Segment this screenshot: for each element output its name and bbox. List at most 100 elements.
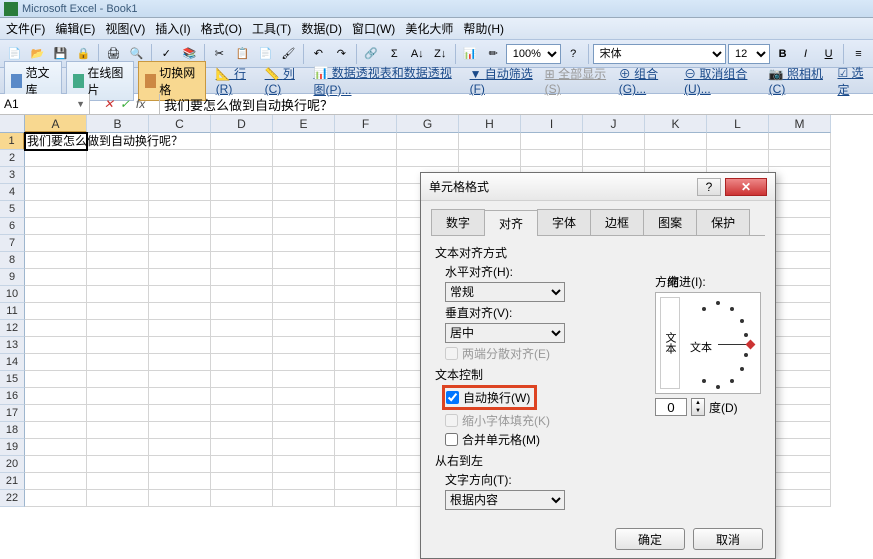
cell-M16[interactable] [769,388,831,405]
cell-E9[interactable] [273,269,335,286]
cell-M12[interactable] [769,320,831,337]
row-head-12[interactable]: 12 [0,320,25,337]
cell-F7[interactable] [335,235,397,252]
cell-D14[interactable] [211,354,273,371]
cell-C8[interactable] [149,252,211,269]
cut-icon[interactable]: ✂ [209,43,230,65]
cell-C10[interactable] [149,286,211,303]
cell-F4[interactable] [335,184,397,201]
tab-border[interactable]: 边框 [590,209,644,235]
undo-icon[interactable]: ↶ [308,43,329,65]
menu-help[interactable]: 帮助(H) [463,20,504,37]
row-head-22[interactable]: 22 [0,490,25,507]
cell-M9[interactable] [769,269,831,286]
row-head-14[interactable]: 14 [0,354,25,371]
cell-D3[interactable] [211,167,273,184]
dialog-help-button[interactable]: ? [697,178,721,196]
menu-beautify[interactable]: 美化大师 [405,20,453,37]
cell-A7[interactable] [25,235,87,252]
degree-input[interactable] [655,398,687,416]
row-head-10[interactable]: 10 [0,286,25,303]
cell-M4[interactable] [769,184,831,201]
cell-D11[interactable] [211,303,273,320]
cell-C7[interactable] [149,235,211,252]
cell-M20[interactable] [769,456,831,473]
row-head-1[interactable]: 1 [0,133,25,150]
cell-F8[interactable] [335,252,397,269]
cell-D1[interactable] [211,133,273,150]
cell-C18[interactable] [149,422,211,439]
cell-D20[interactable] [211,456,273,473]
cell-D16[interactable] [211,388,273,405]
cell-A3[interactable] [25,167,87,184]
cell-B21[interactable] [87,473,149,490]
col-head-C[interactable]: C [149,115,211,133]
cell-M2[interactable] [769,150,831,167]
orientation-dial[interactable]: 文本 [684,297,756,389]
col-head-H[interactable]: H [459,115,521,133]
cell-A21[interactable] [25,473,87,490]
copy-icon[interactable]: 📋 [232,43,253,65]
cell-C6[interactable] [149,218,211,235]
row-head-17[interactable]: 17 [0,405,25,422]
cell-H2[interactable] [459,150,521,167]
menu-file[interactable]: 文件(F) [6,20,45,37]
cell-G2[interactable] [397,150,459,167]
cell-C20[interactable] [149,456,211,473]
cell-D5[interactable] [211,201,273,218]
fx-icon[interactable]: fx [136,97,145,111]
cell-A9[interactable] [25,269,87,286]
row-head-3[interactable]: 3 [0,167,25,184]
cell-E12[interactable] [273,320,335,337]
drawing-icon[interactable]: ✏ [483,43,504,65]
cell-D6[interactable] [211,218,273,235]
cell-D18[interactable] [211,422,273,439]
halign-select[interactable]: 常规 [445,282,565,302]
tab-font[interactable]: 字体 [537,209,591,235]
cell-A5[interactable] [25,201,87,218]
col-head-A[interactable]: A [25,115,87,133]
cell-D8[interactable] [211,252,273,269]
col-head-K[interactable]: K [645,115,707,133]
cell-B9[interactable] [87,269,149,286]
cell-A20[interactable] [25,456,87,473]
cell-E15[interactable] [273,371,335,388]
fontsize-combo[interactable]: 12 [728,44,770,64]
cell-I1[interactable] [521,133,583,150]
cell-A11[interactable] [25,303,87,320]
wrap-text-checkbox[interactable] [446,391,459,404]
link-icon[interactable]: 🔗 [361,43,382,65]
cell-M17[interactable] [769,405,831,422]
valign-select[interactable]: 居中 [445,323,565,343]
cell-J1[interactable] [583,133,645,150]
cell-J2[interactable] [583,150,645,167]
cell-E21[interactable] [273,473,335,490]
col-head-I[interactable]: I [521,115,583,133]
row-head-7[interactable]: 7 [0,235,25,252]
cell-B2[interactable] [87,150,149,167]
cell-E7[interactable] [273,235,335,252]
cell-C11[interactable] [149,303,211,320]
cell-F15[interactable] [335,371,397,388]
cell-C5[interactable] [149,201,211,218]
merge-cells-checkbox[interactable] [445,433,458,446]
cell-E11[interactable] [273,303,335,320]
cell-M21[interactable] [769,473,831,490]
cell-F11[interactable] [335,303,397,320]
cell-B22[interactable] [87,490,149,507]
cell-C15[interactable] [149,371,211,388]
select-link[interactable]: ☑ 选定 [837,64,869,98]
cell-E19[interactable] [273,439,335,456]
tab-number[interactable]: 数字 [431,209,485,235]
cell-D22[interactable] [211,490,273,507]
row-head-11[interactable]: 11 [0,303,25,320]
cell-M18[interactable] [769,422,831,439]
cell-F22[interactable] [335,490,397,507]
cell-B8[interactable] [87,252,149,269]
cell-B17[interactable] [87,405,149,422]
cell-C4[interactable] [149,184,211,201]
row-head-15[interactable]: 15 [0,371,25,388]
cell-F19[interactable] [335,439,397,456]
col-link[interactable]: 📏 列(C) [265,65,304,96]
col-head-L[interactable]: L [707,115,769,133]
